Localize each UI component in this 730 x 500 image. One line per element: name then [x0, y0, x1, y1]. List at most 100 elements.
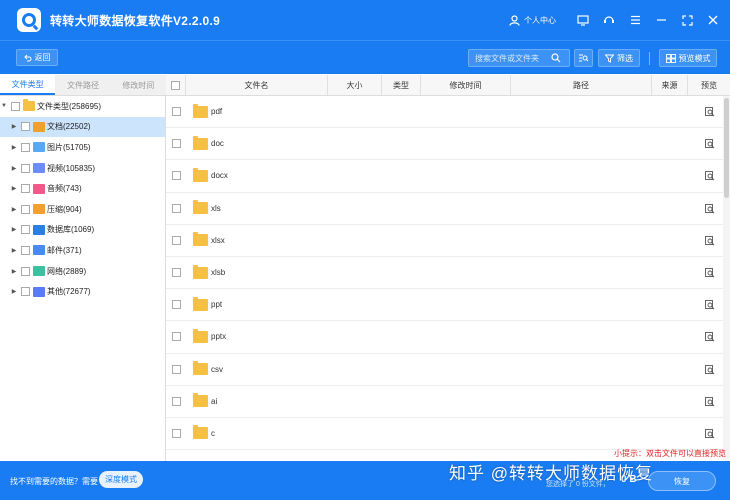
table-row[interactable]: ppt [166, 289, 723, 322]
collapse-arrow-icon[interactable]: ▶ [10, 185, 18, 192]
row-checkbox[interactable] [172, 139, 181, 149]
table-row[interactable]: c [166, 418, 723, 451]
column-header-source[interactable]: 来源 [652, 75, 688, 95]
tab-file-path[interactable]: 文件路径 [55, 75, 110, 95]
minimize-button[interactable] [648, 0, 674, 40]
expand-arrow-icon[interactable]: ▼ [0, 103, 8, 109]
tree-checkbox[interactable] [21, 184, 30, 194]
tree-item-documents[interactable]: ▶ 文档(22502) [0, 116, 165, 138]
tree-item-label: 压缩(904) [47, 204, 82, 214]
menu-button[interactable] [622, 0, 648, 40]
monitor-button[interactable] [570, 0, 596, 40]
file-name: xls [211, 203, 221, 213]
table-row[interactable]: ai [166, 386, 723, 418]
tree-item-images[interactable]: ▶ 图片(51705) [0, 137, 165, 158]
table-row[interactable]: pdf [166, 96, 723, 129]
row-checkbox[interactable] [172, 203, 181, 213]
scrollbar-thumb[interactable] [724, 98, 729, 198]
close-button[interactable] [700, 0, 726, 40]
filter-button[interactable]: 筛选 [598, 49, 640, 67]
collapse-arrow-icon[interactable]: ▶ [10, 206, 18, 213]
tree-item-audio[interactable]: ▶ 音频(743) [0, 178, 165, 199]
file-name: csv [211, 364, 223, 374]
table-row[interactable]: docx [166, 160, 723, 193]
tree-item-label: 其他(72677) [47, 287, 91, 297]
tree-checkbox[interactable] [21, 142, 30, 152]
maximize-button[interactable] [674, 0, 700, 40]
collapse-arrow-icon[interactable]: ▶ [10, 165, 18, 172]
tab-modified-time[interactable]: 修改时间 [111, 75, 166, 95]
tree-item-network[interactable]: ▶ 网络(2889) [0, 261, 165, 282]
tree-item-videos[interactable]: ▶ 视频(105835) [0, 158, 165, 179]
preview-icon[interactable] [705, 428, 715, 441]
preview-mode-button[interactable]: 预览模式 [659, 49, 717, 67]
row-checkbox[interactable] [172, 171, 181, 181]
tree-checkbox[interactable] [21, 245, 30, 255]
image-icon [33, 142, 45, 153]
collapse-arrow-icon[interactable]: ▶ [10, 247, 18, 254]
collapse-arrow-icon[interactable]: ▶ [10, 288, 18, 295]
collapse-arrow-icon[interactable]: ▶ [10, 226, 18, 233]
row-checkbox[interactable] [172, 396, 181, 406]
recover-button[interactable]: 恢复 [648, 471, 716, 491]
row-checkbox[interactable] [172, 300, 181, 310]
tree-item-mail[interactable]: ▶ 邮件(371) [0, 240, 165, 261]
tree-checkbox[interactable] [21, 204, 30, 214]
preview-icon[interactable] [705, 139, 715, 151]
filter-icon [605, 54, 614, 63]
collapse-arrow-icon[interactable]: ▶ [10, 123, 18, 130]
column-header-preview[interactable]: 预览 [688, 75, 730, 95]
column-header-type[interactable]: 类型 [382, 75, 421, 95]
preview-icon[interactable] [705, 235, 715, 248]
support-button[interactable] [596, 0, 622, 40]
preview-icon[interactable] [705, 171, 715, 183]
preview-icon[interactable] [705, 396, 715, 409]
tree-checkbox[interactable] [21, 163, 30, 173]
tree-item-root[interactable]: ▼ 文件类型(258695) [0, 96, 165, 117]
tree-checkbox[interactable] [21, 266, 30, 276]
select-all-checkbox[interactable] [171, 80, 180, 90]
column-header-path[interactable]: 路径 [511, 75, 652, 95]
table-row[interactable]: csv [166, 354, 723, 386]
preview-icon[interactable] [705, 300, 715, 312]
advanced-search-button[interactable] [574, 49, 593, 67]
deep-mode-button[interactable]: 深度模式 [99, 471, 143, 488]
collapse-arrow-icon[interactable]: ▶ [10, 144, 18, 151]
tree-item-archives[interactable]: ▶ 压缩(904) [0, 199, 165, 220]
search-input[interactable] [469, 53, 549, 63]
table-row[interactable]: doc [166, 128, 723, 161]
preview-icon[interactable] [705, 107, 715, 119]
preview-icon[interactable] [705, 203, 715, 216]
search-icon[interactable] [551, 53, 561, 63]
tree-checkbox[interactable] [21, 287, 30, 297]
close-icon [708, 15, 718, 25]
row-checkbox[interactable] [172, 235, 181, 245]
tree-item-database[interactable]: ▶ 数据库(1069) [0, 220, 165, 241]
tree-checkbox[interactable] [11, 101, 20, 111]
tab-file-type[interactable]: 文件类型 [0, 75, 56, 95]
table-row[interactable]: xlsx [166, 225, 723, 257]
row-checkbox[interactable] [172, 107, 181, 117]
table-row[interactable]: pptx [166, 321, 723, 354]
column-header-modified[interactable]: 修改时间 [421, 75, 511, 95]
row-checkbox[interactable] [172, 364, 181, 374]
collapse-arrow-icon[interactable]: ▶ [10, 268, 18, 275]
back-button[interactable]: 返回 [16, 49, 58, 66]
preview-icon[interactable] [705, 267, 715, 280]
tree-checkbox[interactable] [21, 122, 30, 132]
row-checkbox[interactable] [172, 332, 181, 342]
column-header-size[interactable]: 大小 [328, 75, 382, 95]
vertical-scrollbar[interactable] [723, 96, 730, 461]
tree-checkbox[interactable] [21, 225, 30, 235]
user-center-button[interactable]: 个人中心 [509, 14, 556, 26]
preview-icon[interactable] [705, 364, 715, 377]
row-checkbox[interactable] [172, 268, 181, 278]
maximize-icon [681, 14, 693, 26]
folder-icon [193, 393, 208, 408]
table-row[interactable]: xls [166, 193, 723, 225]
row-checkbox[interactable] [172, 428, 181, 438]
preview-icon[interactable] [705, 332, 715, 344]
tree-item-other[interactable]: ▶ 其他(72677) [0, 281, 165, 302]
table-row[interactable]: xlsb [166, 257, 723, 290]
column-header-name[interactable]: 文件名 [186, 75, 328, 95]
